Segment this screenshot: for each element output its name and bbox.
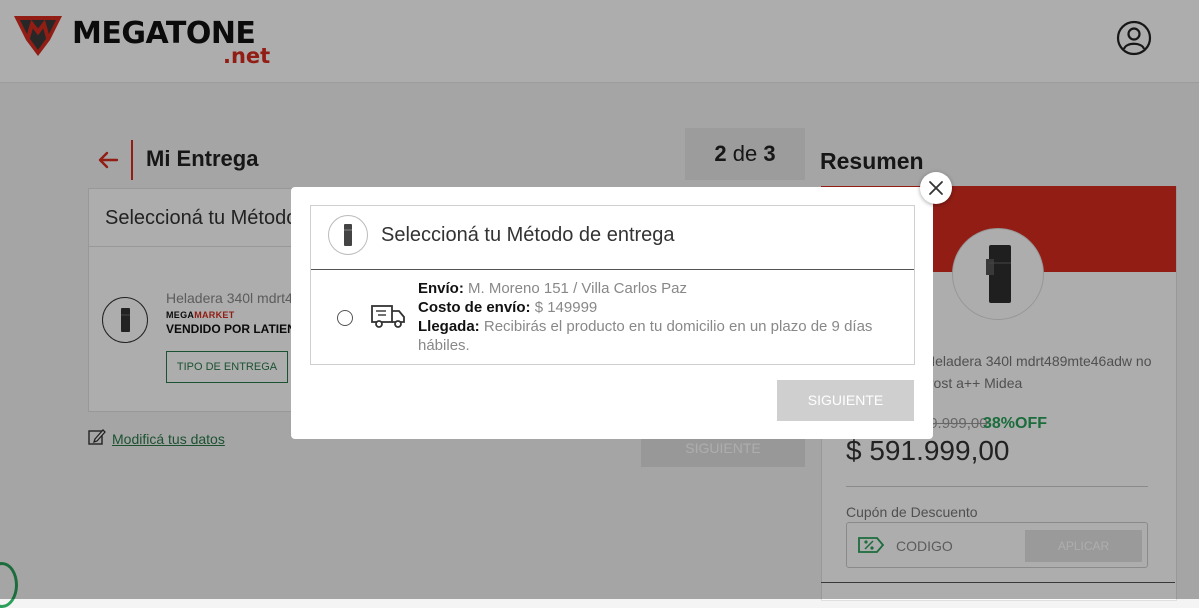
shipping-address-line: Envío: M. Moreno 151 / Villa Carlos Paz	[418, 279, 898, 298]
shipping-cost-line: Costo de envío: $ 149999	[418, 298, 898, 317]
modal-title: Seleccioná tu Método de entrega	[381, 224, 675, 246]
shipping-cost-label: Costo de envío:	[418, 299, 531, 316]
arrival-line: Llegada: Recibirás el producto en tu dom…	[418, 317, 898, 355]
shipping-cost: $ 149999	[534, 299, 598, 316]
modal-header-divider	[311, 269, 914, 270]
modal-product-thumbnail	[328, 215, 368, 255]
arrival-label: Llegada:	[418, 318, 480, 335]
close-modal-icon[interactable]	[920, 172, 952, 204]
delivery-truck-icon	[371, 305, 405, 328]
fridge-icon	[344, 224, 352, 246]
delivery-option-radio[interactable]	[337, 310, 353, 326]
arrival-text: Recibirás el producto en tu domicilio en…	[418, 318, 873, 354]
shipping-address: M. Moreno 151 / Villa Carlos Paz	[468, 280, 688, 297]
shipping-label: Envío:	[418, 280, 464, 297]
modal-next-button[interactable]: SIGUIENTE	[777, 380, 914, 421]
